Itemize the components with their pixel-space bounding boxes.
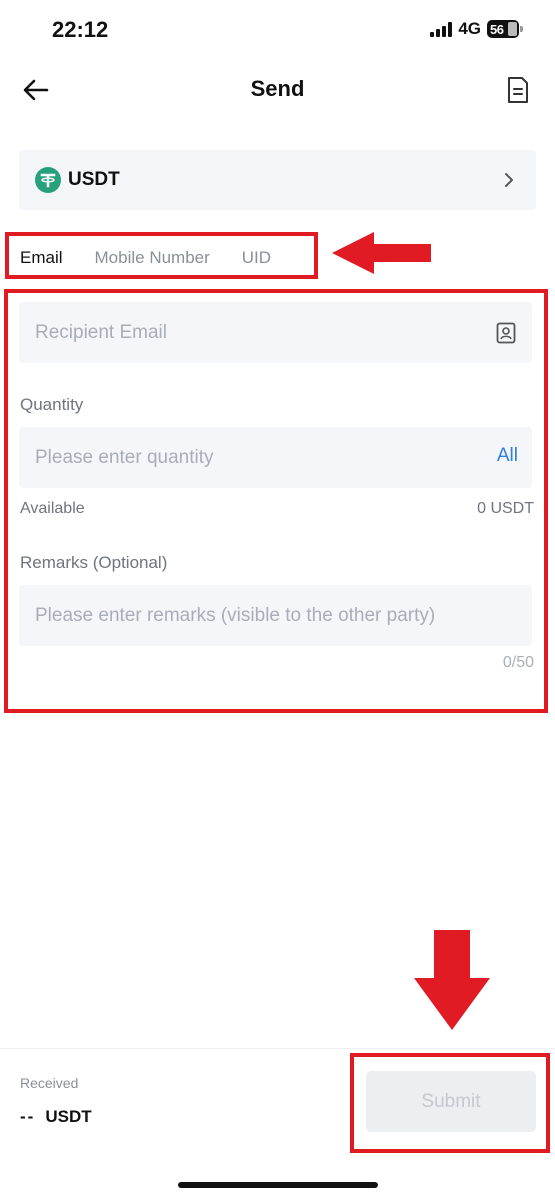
status-indicators: 4G 56 [430,19,523,39]
submit-button[interactable]: Submit [366,1071,536,1132]
quantity-input[interactable]: Please enter quantity All [19,427,532,488]
signal-icon [430,21,453,37]
available-label: Available [20,500,85,517]
chevron-right-icon [505,173,513,187]
recipient-email-placeholder: Recipient Email [35,321,167,343]
contact-book-icon[interactable] [496,322,516,344]
recipient-email-input[interactable]: Recipient Email [19,302,532,363]
received-value: -- USDT [20,1107,92,1127]
received-unit: USDT [45,1107,92,1126]
coin-selector[interactable]: USDT [19,150,536,210]
battery-icon: 56 [487,20,523,38]
remarks-placeholder: Please enter remarks (visible to the oth… [35,604,436,626]
quantity-placeholder: Please enter quantity [35,446,214,468]
bottom-divider [0,1048,555,1049]
network-type: 4G [458,19,481,38]
received-label: Received [20,1075,79,1091]
tabs-highlight-box [5,232,318,279]
page-title: Send [250,76,305,101]
remarks-label: Remarks (Optional) [20,553,168,572]
all-button[interactable]: All [497,445,518,467]
remarks-counter: 0/50 [502,654,534,671]
quantity-label: Quantity [20,395,84,414]
available-value: 0 USDT [477,500,534,517]
status-time: 22:12 [52,17,109,42]
document-icon[interactable] [505,76,531,104]
arrow-annotation-left [332,232,431,274]
received-amount: -- [20,1107,36,1126]
remarks-input[interactable]: Please enter remarks (visible to the oth… [19,585,532,646]
usdt-icon [35,167,61,193]
home-indicator [178,1182,378,1188]
coin-name: USDT [68,169,120,190]
battery-level: 56 [490,21,504,37]
arrow-annotation-down [414,930,490,1030]
